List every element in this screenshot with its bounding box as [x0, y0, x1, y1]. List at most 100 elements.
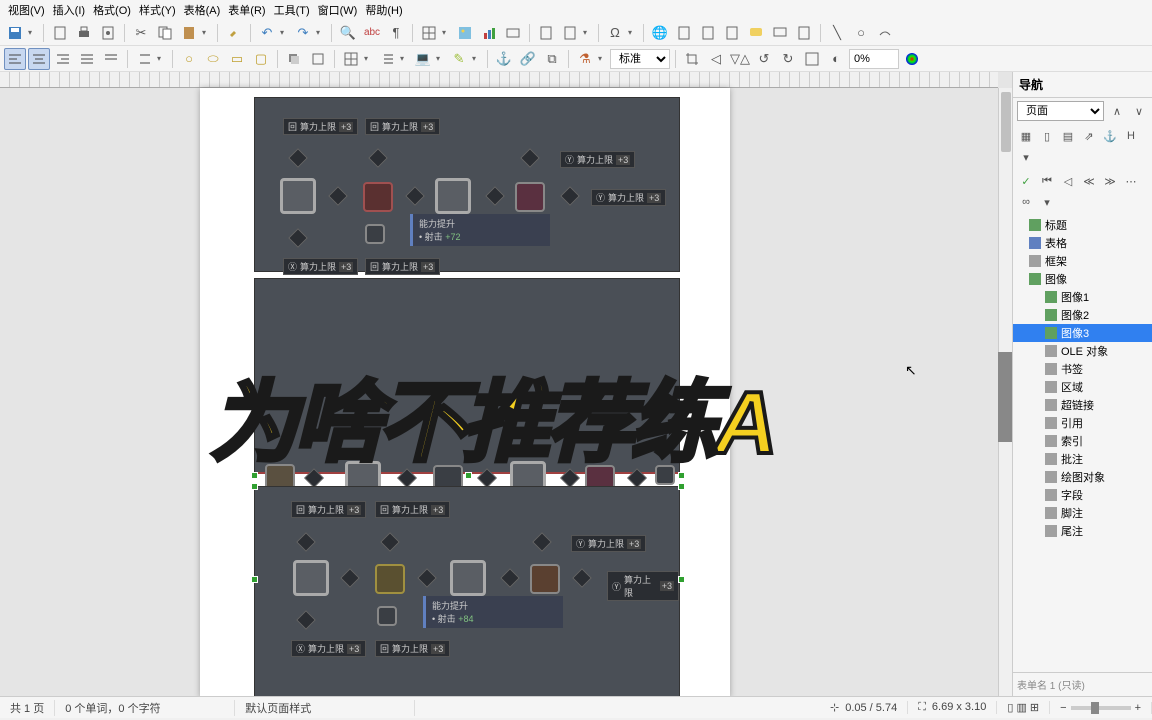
nav-demote-icon[interactable]: ≫	[1101, 172, 1119, 190]
navigator-tree[interactable]: 标题表格框架图像图像1图像2图像3OLE 对象书签区域超链接引用索引批注绘图对象…	[1013, 214, 1152, 672]
filter-button[interactable]: ⚗	[574, 48, 596, 70]
menu-style[interactable]: 样式(Y)	[139, 2, 176, 18]
track-changes-button[interactable]	[769, 22, 791, 44]
selection-handle[interactable]	[251, 483, 258, 490]
highlighter-button[interactable]: ✎	[448, 48, 470, 70]
wrap-button[interactable]	[100, 48, 122, 70]
style-select[interactable]: 标准	[610, 49, 670, 69]
status-view-buttons[interactable]: ▯ ▥ ⊞	[997, 701, 1050, 714]
tree-item[interactable]: 区域	[1013, 378, 1152, 396]
table-dropdown[interactable]: ▾	[442, 28, 452, 37]
save-dropdown[interactable]: ▾	[28, 28, 38, 37]
insert-special-char-button[interactable]: Ω	[604, 22, 626, 44]
insert-field-button[interactable]	[559, 22, 581, 44]
tree-item[interactable]: 标题	[1013, 216, 1152, 234]
status-style[interactable]: 默认页面样式	[235, 700, 415, 716]
redo-button[interactable]: ↷	[292, 22, 314, 44]
shadow-button[interactable]	[283, 48, 305, 70]
nav-page-icon[interactable]: ▯	[1038, 127, 1056, 145]
flip-v-button[interactable]: ▽△	[729, 48, 751, 70]
tree-item[interactable]: 图像3	[1013, 324, 1152, 342]
list-dropdown[interactable]: ▾	[400, 54, 410, 63]
laptop-icon[interactable]: 💻	[412, 48, 434, 70]
menu-table[interactable]: 表格(A)	[184, 2, 221, 18]
up-icon[interactable]: ∧	[1108, 102, 1126, 120]
insert-hyperlink-button[interactable]: 🌐	[649, 22, 671, 44]
insert-bookmark-button[interactable]	[697, 22, 719, 44]
draw-button[interactable]	[874, 22, 896, 44]
selection-handle[interactable]	[251, 576, 258, 583]
nav-link2-icon[interactable]: ∞	[1017, 193, 1035, 211]
selection-handle[interactable]	[678, 576, 685, 583]
tree-item[interactable]: 批注	[1013, 450, 1152, 468]
zoom-in-icon[interactable]: +	[1135, 702, 1141, 714]
print-button[interactable]	[73, 22, 95, 44]
menu-format[interactable]: 格式(O)	[93, 2, 131, 18]
spellcheck-button[interactable]: abc	[361, 22, 383, 44]
transparency-button[interactable]	[801, 48, 823, 70]
menu-view[interactable]: 视图(V)	[8, 2, 45, 18]
show-changes-button[interactable]	[793, 22, 815, 44]
formatting-marks-button[interactable]: ¶	[385, 22, 407, 44]
color-mode-button[interactable]: ◐	[825, 48, 847, 70]
export-pdf-button[interactable]	[49, 22, 71, 44]
save-button[interactable]	[4, 22, 26, 44]
borders-button[interactable]	[340, 48, 362, 70]
menu-window[interactable]: 窗口(W)	[318, 2, 358, 18]
paste-dropdown[interactable]: ▾	[202, 28, 212, 37]
3d-button[interactable]	[307, 48, 329, 70]
tree-item[interactable]: 字段	[1013, 486, 1152, 504]
insert-chart-button[interactable]	[478, 22, 500, 44]
tree-item[interactable]: 索引	[1013, 432, 1152, 450]
tree-item[interactable]: 超链接	[1013, 396, 1152, 414]
highlighter-dropdown[interactable]: ▾	[472, 54, 482, 63]
anchor-button[interactable]: ⚓	[493, 48, 515, 70]
editor-area[interactable]: 回算力上限+3 回算力上限+3 Ⓨ算力上限+3 Ⓨ算力上限+3 能力提升 • 射…	[0, 72, 1012, 696]
unlink-button[interactable]: ⧉	[541, 48, 563, 70]
status-words[interactable]: 0 个单词，0 个字符	[55, 700, 235, 716]
filter-dropdown[interactable]: ▾	[598, 54, 608, 63]
insert-table-button[interactable]	[418, 22, 440, 44]
align-left-button[interactable]	[4, 48, 26, 70]
insert-cross-ref-button[interactable]	[721, 22, 743, 44]
zoom-field[interactable]	[849, 49, 899, 69]
align-right-button[interactable]	[52, 48, 74, 70]
tree-item[interactable]: 图像1	[1013, 288, 1152, 306]
nav-drop2-icon[interactable]: ▾	[1038, 193, 1056, 211]
menu-tools[interactable]: 工具(T)	[274, 2, 310, 18]
insert-footnote-button[interactable]	[673, 22, 695, 44]
tree-item[interactable]: 绘图对象	[1013, 468, 1152, 486]
horizontal-ruler[interactable]	[0, 72, 998, 88]
rotate-left-button[interactable]: ↺	[753, 48, 775, 70]
zoom-slider[interactable]	[1071, 706, 1131, 710]
format-paintbrush-button[interactable]	[223, 22, 245, 44]
shape-icon[interactable]: ○	[850, 22, 872, 44]
ellipse-button[interactable]: ⬭	[202, 48, 224, 70]
tree-item[interactable]: 图像2	[1013, 306, 1152, 324]
nav-anchor-icon[interactable]: ⚓	[1101, 127, 1119, 145]
tree-item[interactable]: 尾注	[1013, 522, 1152, 540]
field-dropdown[interactable]: ▾	[583, 28, 593, 37]
undo-button[interactable]: ↶	[256, 22, 278, 44]
insert-comment-button[interactable]	[745, 22, 767, 44]
redo-dropdown[interactable]: ▾	[316, 28, 326, 37]
laptop-dropdown[interactable]: ▾	[436, 54, 446, 63]
nav-heading-icon[interactable]: H	[1122, 127, 1140, 145]
tree-item[interactable]: 图像	[1013, 270, 1152, 288]
line-spacing-button[interactable]	[133, 48, 155, 70]
menu-form[interactable]: 表单(R)	[228, 2, 265, 18]
align-center-button[interactable]	[28, 48, 50, 70]
nav-check-icon[interactable]: ✓	[1017, 172, 1035, 190]
status-pages[interactable]: 共 1 页	[0, 700, 55, 716]
rotate-right-button[interactable]: ↻	[777, 48, 799, 70]
circle-shape-button[interactable]: ○	[178, 48, 200, 70]
nav-prev-icon[interactable]: ◁	[1059, 172, 1077, 190]
rect-button[interactable]: ▭	[226, 48, 248, 70]
tree-item[interactable]: 引用	[1013, 414, 1152, 432]
tree-item[interactable]: 框架	[1013, 252, 1152, 270]
list-button[interactable]	[376, 48, 398, 70]
crop-button[interactable]	[681, 48, 703, 70]
paste-button[interactable]	[178, 22, 200, 44]
zoom-out-icon[interactable]: −	[1060, 702, 1066, 714]
insert-page-break-button[interactable]	[535, 22, 557, 44]
